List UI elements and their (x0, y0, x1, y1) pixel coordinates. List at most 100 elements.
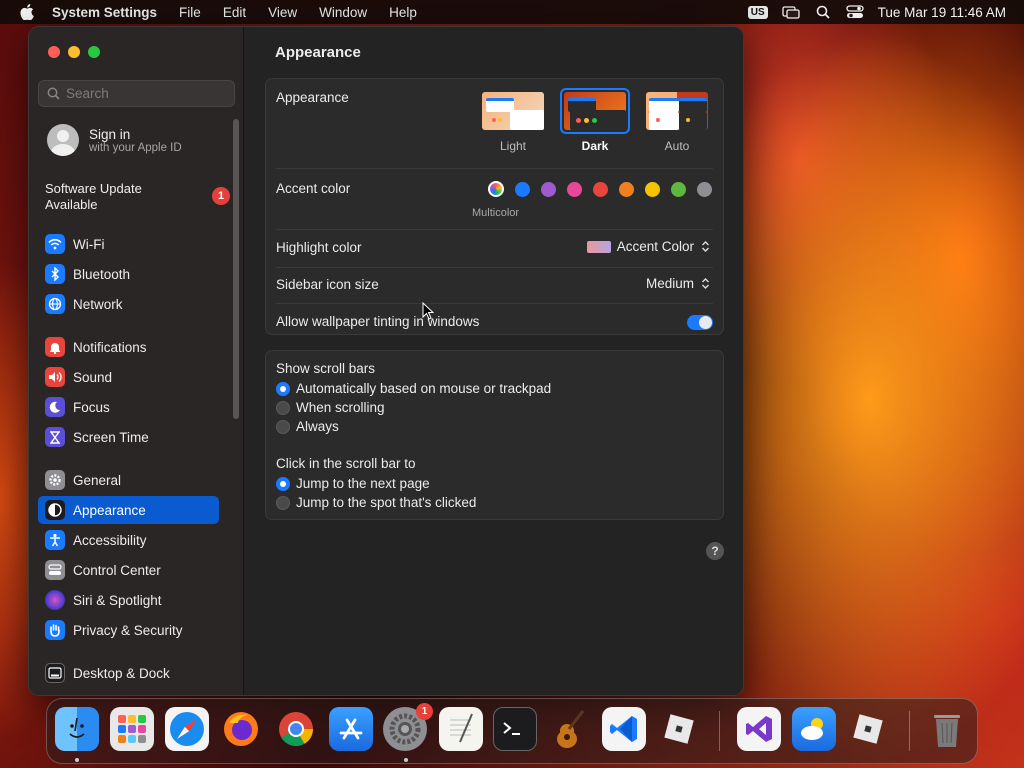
highlight-color-label: Highlight color (276, 240, 362, 255)
settings-window: Sign in with your Apple ID Software Upda… (28, 26, 744, 696)
search-input[interactable] (66, 86, 226, 101)
sidebar-item-label: Siri & Spotlight (73, 592, 162, 608)
accent-green-swatch[interactable] (671, 182, 686, 197)
scroll-bars-option-auto[interactable]: Automatically based on mouse or trackpad (276, 381, 551, 396)
gear-icon (45, 470, 65, 490)
sidebar-item-sound[interactable]: Sound (38, 363, 219, 391)
software-update-item[interactable]: Software Update Available 1 (45, 181, 230, 213)
chevron-up-down-icon (700, 239, 711, 254)
sidebar-item-general[interactable]: General (38, 466, 219, 494)
sidebar-item-focus[interactable]: Focus (38, 393, 219, 421)
minimize-button[interactable] (68, 46, 80, 58)
accent-purple-swatch[interactable] (541, 182, 556, 197)
accent-graphite-swatch[interactable] (697, 182, 712, 197)
appearance-option-auto[interactable]: Auto (642, 88, 712, 153)
menu-window[interactable]: Window (319, 5, 367, 20)
radio-button[interactable] (276, 419, 290, 434)
menu-bar: System Settings File Edit View Window He… (0, 0, 1024, 24)
appearance-settings-card: Appearance Light Dark Auto Accent color … (265, 78, 724, 335)
sidebar-item-notifications[interactable]: Notifications (38, 333, 219, 361)
accent-color-label: Accent color (276, 181, 351, 196)
accent-blue-swatch[interactable] (515, 182, 530, 197)
radio-button[interactable] (276, 495, 290, 510)
input-source-badge[interactable]: US (747, 5, 768, 19)
mouse-cursor-icon (422, 302, 434, 320)
sidebar-item-label: Network (73, 296, 123, 312)
safari-icon[interactable] (165, 707, 209, 751)
accessibility-icon (45, 530, 65, 550)
search-icon[interactable] (814, 5, 832, 19)
sidebar-item-label: Bluetooth (73, 266, 131, 282)
sidebar-item-control-center[interactable]: Control Center (38, 556, 219, 584)
click-scroll-option-spot[interactable]: Jump to the spot that's clicked (276, 495, 476, 510)
accent-red-swatch[interactable] (593, 182, 608, 197)
sidebar-item-wifi[interactable]: Wi-Fi (38, 230, 219, 258)
app-store-icon[interactable] (329, 707, 373, 751)
close-button[interactable] (48, 46, 60, 58)
wallpaper-tinting-toggle[interactable] (687, 315, 713, 330)
sidebar-scrollbar[interactable] (233, 119, 239, 419)
appearance-icon (45, 500, 65, 520)
moon-icon (45, 397, 65, 417)
accent-orange-swatch[interactable] (619, 182, 634, 197)
roblox-studio-icon[interactable] (846, 707, 890, 751)
sidebar-item-screen-time[interactable]: Screen Time (38, 423, 219, 451)
avatar (47, 124, 79, 156)
scroll-bars-option-scrolling[interactable]: When scrolling (276, 400, 385, 415)
appearance-option-light[interactable]: Light (478, 88, 548, 153)
help-button[interactable]: ? (706, 542, 724, 560)
radio-button[interactable] (276, 400, 290, 415)
bluetooth-icon (45, 264, 65, 284)
sidebar-item-network[interactable]: Network (38, 290, 219, 318)
highlight-color-popup[interactable]: Accent Color (586, 239, 711, 254)
sidebar-item-accessibility[interactable]: Accessibility (38, 526, 219, 554)
divider (276, 303, 713, 304)
appearance-option-dark[interactable]: Dark (560, 88, 630, 153)
sidebar-item-privacy-security[interactable]: Privacy & Security (38, 616, 219, 644)
menu-edit[interactable]: Edit (223, 5, 246, 20)
screen-mirroring-icon[interactable] (782, 5, 800, 19)
garageband-icon[interactable] (547, 707, 591, 751)
sidebar-item-label: Privacy & Security (73, 622, 183, 638)
highlight-swatch (586, 240, 611, 253)
menu-help[interactable]: Help (389, 5, 417, 20)
vscode-icon[interactable] (602, 707, 646, 751)
control-center-icon[interactable] (846, 5, 864, 19)
launchpad-icon[interactable] (110, 707, 154, 751)
roblox-icon[interactable] (657, 707, 701, 751)
appearance-dark-label: Dark (581, 139, 609, 153)
click-scroll-bar-label: Click in the scroll bar to (276, 456, 416, 471)
menu-file[interactable]: File (179, 5, 201, 20)
click-scroll-option-next-page[interactable]: Jump to the next page (276, 476, 430, 491)
menu-clock[interactable]: Tue Mar 19 11:46 AM (878, 5, 1006, 20)
zoom-button[interactable] (88, 46, 100, 58)
weather-icon[interactable] (792, 707, 836, 751)
sidebar-item-desktop-dock[interactable]: Desktop & Dock (38, 659, 219, 687)
sidebar-icon-size-popup[interactable]: Medium (646, 276, 711, 291)
menu-app-name[interactable]: System Settings (52, 5, 157, 20)
accent-multicolor-swatch[interactable] (488, 181, 504, 197)
scroll-bars-option-always[interactable]: Always (276, 419, 339, 434)
sidebar-item-bluetooth[interactable]: Bluetooth (38, 260, 219, 288)
apple-id-signin[interactable]: Sign in with your Apple ID (47, 124, 182, 156)
radio-button[interactable] (276, 381, 290, 396)
radio-button[interactable] (276, 476, 290, 491)
menu-view[interactable]: View (268, 5, 297, 20)
trash-icon[interactable] (925, 707, 969, 751)
sidebar-item-label: Desktop & Dock (73, 665, 170, 681)
accent-pink-swatch[interactable] (567, 182, 582, 197)
search-field[interactable] (38, 80, 235, 107)
sidebar-item-appearance[interactable]: Appearance (38, 496, 219, 524)
sidebar-item-label: General (73, 472, 122, 488)
chrome-icon[interactable] (274, 707, 318, 751)
textedit-icon[interactable] (439, 707, 483, 751)
firefox-icon[interactable] (219, 707, 263, 751)
visual-studio-icon[interactable] (737, 707, 781, 751)
terminal-icon[interactable] (493, 707, 537, 751)
globe-icon (45, 294, 65, 314)
apple-menu-icon[interactable] (18, 4, 36, 20)
sidebar-item-siri-spotlight[interactable]: Siri & Spotlight (38, 586, 219, 614)
sidebar-item-label: Wi-Fi (73, 236, 105, 252)
finder-icon[interactable] (55, 707, 99, 751)
accent-yellow-swatch[interactable] (645, 182, 660, 197)
